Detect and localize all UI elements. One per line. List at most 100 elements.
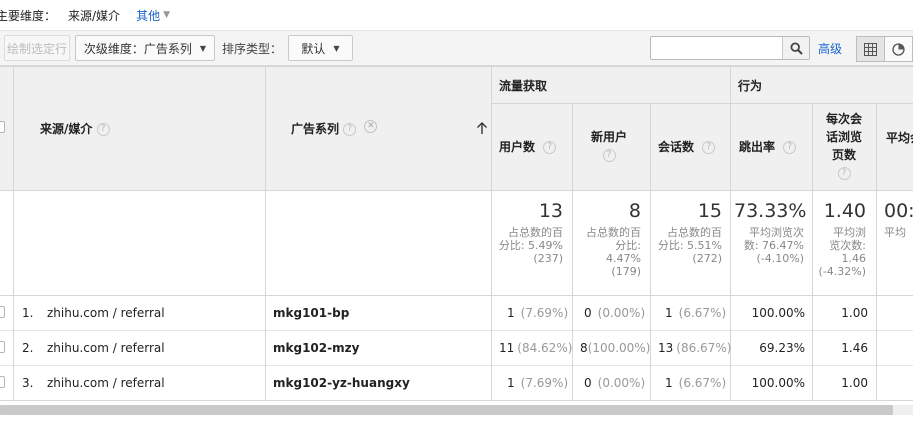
sessions-percent: (6.67%) [678, 375, 727, 390]
sessions-value: 1 [665, 375, 673, 390]
sort-type-value: 默认 [301, 41, 326, 56]
new-users-label: 新用户 [590, 130, 627, 144]
pages-per-session-label: 每次会话浏览页数 [825, 112, 862, 162]
search-input[interactable] [651, 37, 783, 59]
pie-view-button[interactable] [884, 36, 913, 62]
table-search-box [650, 36, 810, 60]
row-index: 2. [22, 340, 34, 355]
help-icon[interactable]: ? [837, 167, 851, 180]
total-users-detail: 占总数的百 分比: 5.49% (237) [495, 226, 563, 265]
report-table: 来源/媒介 ? 广告系列 ? ✕ 流量获取 行为 用户数 ? 新用户 ? 会话数… [0, 66, 913, 401]
sessions-cell: 1 (6.67%) [665, 365, 726, 400]
sessions-value: 1 [665, 305, 673, 320]
source-medium-link[interactable]: zhihu.com / referral [47, 330, 165, 365]
total-detail-line: 分比: 5.49% [498, 239, 563, 252]
secondary-dimension-dropdown[interactable]: 次级维度：广告系列 ▼ [75, 35, 215, 61]
campaign-link[interactable]: mkg102-mzy [273, 330, 359, 365]
total-new-users-detail: 占总数的百 分比: 4.47% (179) [576, 226, 641, 278]
total-detail-line: 数: 76.47% [743, 239, 804, 252]
new-users-value: 8 [580, 340, 588, 355]
total-bounce-rate-value: 73.33% [734, 200, 807, 222]
table-header [0, 66, 913, 190]
other-dimension-label: 其他 [136, 8, 161, 23]
column-header-avg-duration[interactable]: 平均会 [886, 129, 913, 147]
divider [0, 400, 913, 401]
sort-up-arrow-icon[interactable] [476, 121, 488, 135]
source-medium-link[interactable]: zhihu.com / referral [47, 365, 165, 400]
total-bounce-rate: 73.33% 平均浏览次 数: 76.47% (-4.10%) [734, 200, 807, 265]
divider [492, 103, 913, 104]
row-index: 3. [22, 375, 34, 390]
help-icon[interactable]: ? [343, 123, 357, 136]
table-row[interactable]: 2. zhihu.com / referral mkg102-mzy 11 (84… [0, 330, 913, 365]
column-header-users[interactable]: 用户数 ? [499, 138, 557, 156]
group-header-behavior: 行为 [738, 79, 763, 93]
total-pages-per-session: 1.40 平均浏 览次数: 1.46 (-4.32%) [816, 200, 867, 278]
total-detail-line: 分比: [615, 239, 641, 252]
new-users-value: 0 [584, 305, 592, 320]
chevron-down-icon: ▼ [163, 10, 170, 20]
total-detail-line: 占总数的百 [508, 226, 563, 239]
horizontal-scrollbar-thumb[interactable] [0, 405, 893, 415]
sessions-cell: 1 (6.67%) [665, 295, 726, 330]
total-sessions: 15 占总数的百 分比: 5.51% (272) [654, 200, 722, 265]
table-view-button[interactable] [856, 36, 885, 62]
column-header-new-users[interactable]: 新用户 ? [580, 128, 638, 164]
help-icon[interactable]: ? [602, 149, 616, 162]
total-users: 13 占总数的百 分比: 5.49% (237) [495, 200, 563, 265]
row-checkbox[interactable] [0, 376, 5, 388]
plot-rows-button[interactable]: 绘制选定行 [4, 35, 70, 61]
users-value: 11 [499, 340, 515, 355]
new-users-percent: (100.00%) [587, 340, 651, 355]
bounce-rate-label: 跳出率 [739, 140, 776, 154]
other-dimension-dropdown[interactable]: 其他 ▼ [136, 7, 170, 24]
campaign-link[interactable]: mkg101-bp [273, 295, 349, 330]
total-detail-line: 平均浏览次 [749, 226, 804, 239]
help-icon[interactable]: ? [783, 141, 797, 154]
row-checkbox[interactable] [0, 306, 5, 318]
select-all-checkbox[interactable] [0, 121, 5, 133]
divider [0, 66, 913, 67]
column-header-pages-per-session[interactable]: 每次会话浏览页数 ? [822, 110, 866, 182]
pie-view-icon [892, 42, 905, 56]
search-button[interactable] [782, 37, 809, 59]
total-detail-line: (237) [533, 252, 563, 265]
total-detail-line: 平均浏 [833, 226, 866, 239]
total-detail-line: 1.46 [841, 252, 867, 265]
total-detail-line: (-4.32%) [818, 265, 867, 278]
total-users-value: 13 [538, 200, 563, 222]
sessions-label: 会话数 [658, 140, 695, 154]
new-users-value: 0 [584, 375, 592, 390]
help-icon[interactable]: ? [543, 141, 557, 154]
table-row[interactable]: 1. zhihu.com / referral mkg101-bp 1 (7.69… [0, 295, 913, 330]
users-value: 1 [507, 375, 515, 390]
sort-type-dropdown[interactable]: 默认 ▼ [288, 35, 353, 61]
column-header-sessions[interactable]: 会话数 ? [658, 138, 716, 156]
users-cell: 1 (7.69%) [507, 295, 568, 330]
row-checkbox[interactable] [0, 341, 5, 353]
source-medium-label: 来源/媒介 [40, 122, 93, 136]
total-new-users-value: 8 [628, 200, 641, 222]
report-toolbar: 绘制选定行 次级维度：广告系列 ▼ 排序类型： 默认 ▼ 高级 [0, 30, 913, 66]
remove-dimension-icon[interactable]: ✕ [364, 120, 378, 133]
total-detail-line: 占总数的百 [586, 226, 641, 239]
sessions-value: 13 [658, 340, 674, 355]
pages-per-session-cell: 1.00 [841, 375, 868, 390]
source-medium-link[interactable]: zhihu.com / referral [47, 295, 165, 330]
help-icon[interactable]: ? [702, 141, 716, 154]
column-header-campaign[interactable]: 广告系列 ? ✕ [291, 120, 378, 137]
users-cell: 1 (7.69%) [507, 365, 568, 400]
primary-dimension-source-medium[interactable]: 来源/媒介 [68, 7, 120, 24]
column-header-source-medium[interactable]: 来源/媒介 ? [40, 120, 110, 137]
advanced-filter-link[interactable]: 高级 [818, 40, 842, 57]
plot-rows-label: 绘制选定行 [6, 41, 67, 56]
help-icon[interactable]: ? [96, 123, 110, 136]
chevron-down-icon: ▼ [333, 43, 340, 53]
new-users-cell: 8 (100.00%) [580, 330, 650, 365]
table-row[interactable]: 3. zhihu.com / referral mkg102-yz-huangx… [0, 365, 913, 400]
total-detail-line: 占总数的百 [667, 226, 722, 239]
campaign-link[interactable]: mkg102-yz-huangxy [273, 365, 410, 400]
total-detail-line: 览次数: [829, 239, 866, 252]
column-header-bounce-rate[interactable]: 跳出率 ? [739, 138, 797, 156]
search-icon [789, 41, 803, 55]
